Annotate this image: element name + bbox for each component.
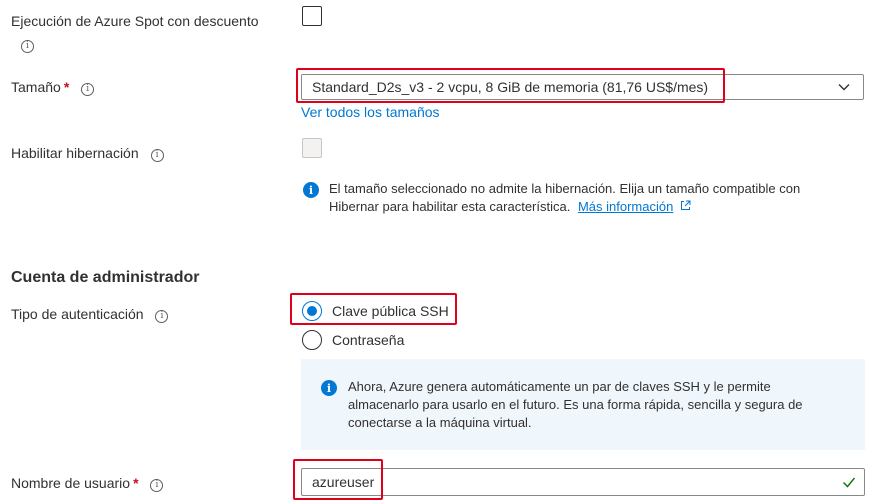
hibernation-label-row: Habilitar hibernación i: [11, 145, 164, 162]
size-highlight-box: [296, 68, 725, 103]
ssh-info-line3: conectarse a la máquina virtual.: [348, 415, 532, 430]
auth-option-password[interactable]: Contraseña: [302, 330, 404, 350]
more-info-link[interactable]: Más información: [578, 199, 673, 214]
size-label-row: Tamaño * i: [11, 79, 95, 96]
hibernation-info-icon[interactable]: i: [150, 149, 164, 162]
hibernation-label: Habilitar hibernación: [11, 145, 139, 161]
ssh-highlight-box: [290, 293, 457, 325]
hibernation-message: El tamaño seleccionado no admite la hibe…: [329, 180, 869, 217]
auth-info-icon[interactable]: i: [155, 310, 169, 323]
checkmark-icon: [842, 475, 856, 492]
auth-label: Tipo de autenticación: [11, 306, 144, 322]
external-link-icon: [680, 200, 691, 214]
username-highlight-box: [293, 459, 383, 500]
password-radio[interactable]: [302, 330, 322, 350]
ssh-info-text: Ahora, Azure genera automáticamente un p…: [348, 378, 858, 432]
password-option-label: Contraseña: [332, 332, 405, 348]
ssh-info-line1: Ahora, Azure genera automáticamente un p…: [348, 379, 771, 394]
hibernation-message-line2: Hibernar para habilitar esta característ…: [329, 199, 571, 214]
spot-checkbox[interactable]: [302, 6, 322, 26]
auth-label-row: Tipo de autenticación i: [11, 306, 169, 323]
username-required-marker: *: [133, 475, 139, 491]
spot-info-icon[interactable]: i: [21, 35, 34, 53]
hibernation-info-icon-blue: i: [303, 182, 319, 198]
chevron-down-icon: [837, 80, 851, 97]
see-all-sizes-link[interactable]: Ver todos los tamaños: [301, 104, 440, 120]
hibernation-checkbox[interactable]: [302, 138, 322, 158]
ssh-info-icon: i: [321, 380, 337, 396]
username-input[interactable]: azureuser: [301, 468, 865, 496]
size-info-icon[interactable]: i: [81, 83, 95, 96]
username-label: Nombre de usuario: [11, 475, 131, 491]
hibernation-message-line1: El tamaño seleccionado no admite la hibe…: [329, 181, 801, 196]
username-info-icon[interactable]: i: [150, 479, 164, 492]
size-label: Tamaño: [11, 79, 61, 95]
admin-section-title: Cuenta de administrador: [11, 269, 200, 286]
size-required-marker: *: [63, 79, 70, 95]
spot-label: Ejecución de Azure Spot con descuento: [11, 13, 259, 29]
ssh-info-line2: almacenarlo para usarlo en el futuro. Es…: [348, 397, 803, 412]
username-label-row: Nombre de usuario * i: [11, 475, 164, 492]
